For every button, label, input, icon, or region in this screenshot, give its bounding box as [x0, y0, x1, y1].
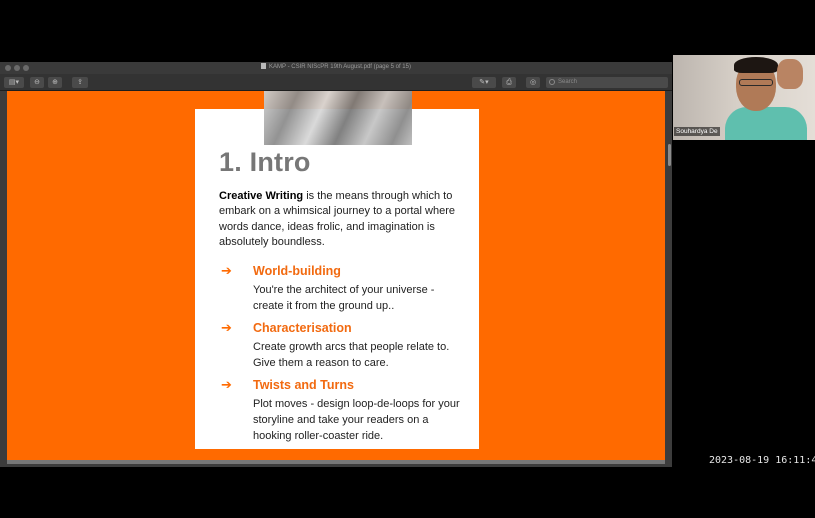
item-body: Create growth arcs that people relate to…	[253, 341, 450, 369]
participant-hair	[734, 57, 778, 73]
intro-card: 1. Intro Creative Writing is the means t…	[195, 91, 479, 449]
pdf-page: 1. Intro Creative Writing is the means t…	[7, 91, 665, 460]
recording-timestamp: 2023-08-19 16:11:41	[709, 455, 815, 466]
item-body: You're the architect of your universe - …	[253, 284, 435, 312]
search-input[interactable]: Search	[546, 77, 668, 88]
search-icon	[549, 79, 555, 85]
document-title-text: KAMP - CSIR NIScPR 19th August.pdf (page…	[269, 64, 411, 70]
zoom-out-button[interactable]: ⊖	[30, 77, 44, 88]
participant-hand	[777, 59, 803, 89]
document-area[interactable]: 1. Intro Creative Writing is the means t…	[0, 91, 672, 467]
zoom-in-button[interactable]: ⊕	[48, 77, 62, 88]
tape-decoration	[264, 91, 412, 145]
participant-glasses	[739, 79, 773, 86]
pdf-viewer-window: KAMP - CSIR NIScPR 19th August.pdf (page…	[0, 62, 672, 467]
participant-shirt	[725, 107, 807, 140]
search-placeholder: Search	[558, 79, 578, 85]
arrow-icon: ➔	[221, 263, 232, 278]
title-bar: KAMP - CSIR NIScPR 19th August.pdf (page…	[0, 62, 672, 74]
markup-pen-button[interactable]: ✎▾	[472, 77, 496, 88]
share-button[interactable]: ⇪	[72, 77, 88, 88]
annotate-button[interactable]: ◎	[526, 77, 540, 88]
intro-bold-term: Creative Writing	[219, 190, 304, 202]
document-title: KAMP - CSIR NIScPR 19th August.pdf (page…	[0, 63, 672, 70]
item-body: Plot moves - design loop-de-loops for yo…	[253, 398, 460, 442]
item-title: Characterisation	[253, 321, 352, 335]
sidebar-toggle-button[interactable]: ▤▾	[4, 77, 24, 88]
participant-name-label: Souhardya De	[674, 127, 720, 136]
pdf-file-icon	[261, 63, 267, 69]
slide-heading: 1. Intro	[219, 147, 311, 177]
arrow-icon: ➔	[221, 377, 232, 392]
rotate-button[interactable]: ⎙	[502, 77, 516, 88]
intro-paragraph: Creative Writing is the means through wh…	[219, 189, 469, 251]
item-title: World-building	[253, 264, 341, 278]
arrow-icon: ➔	[221, 320, 232, 335]
viewer-toolbar: ▤▾ ⊖ ⊕ ⇪ ✎▾ ⎙ ◎ Search	[0, 74, 672, 91]
item-title: Twists and Turns	[253, 378, 354, 392]
vertical-scrollbar[interactable]	[668, 144, 671, 166]
page-boundary	[7, 460, 665, 464]
